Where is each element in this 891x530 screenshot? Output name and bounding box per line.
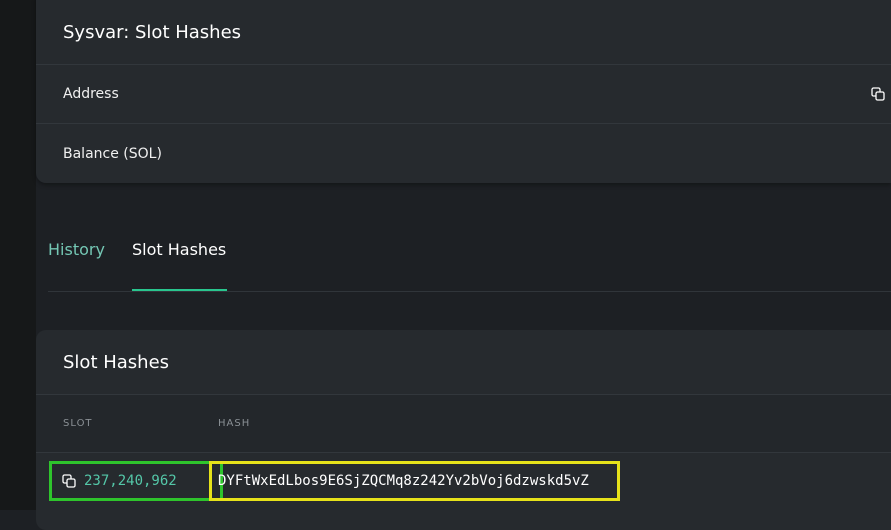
tab-history[interactable]: History [48,240,105,259]
slot-hashes-title: Slot Hashes [36,330,891,395]
tab-bar: History Slot Hashes [48,226,891,292]
address-row: Address [36,65,891,124]
column-slot: SLOT [63,418,93,429]
slot-hashes-card: Slot Hashes SLOT HASH 237,240,962 DYFtWx… [36,330,891,530]
balance-label: Balance (SOL) [63,145,162,162]
address-label: Address [63,86,119,102]
slot-cell: 237,240,962 [49,461,223,501]
slot-value[interactable]: 237,240,962 [84,473,177,489]
copy-icon[interactable] [871,87,885,101]
tab-slot-hashes[interactable]: Slot Hashes [132,240,227,291]
table-header: SLOT HASH [36,395,891,453]
hash-value: DYFtWxEdLbos9E6SjZQCMq8z242Yv2bVoj6dzwsk… [218,473,589,489]
left-rail [0,0,36,510]
account-card: Sysvar: Slot Hashes Address Balance (SOL… [36,0,891,183]
balance-row: Balance (SOL) [36,124,891,183]
hash-cell: DYFtWxEdLbos9E6SjZQCMq8z242Yv2bVoj6dzwsk… [209,461,620,501]
account-title: Sysvar: Slot Hashes [36,0,891,65]
table-row: 237,240,962 DYFtWxEdLbos9E6SjZQCMq8z242Y… [36,453,891,513]
column-hash: HASH [218,418,251,429]
copy-icon[interactable] [62,474,76,488]
